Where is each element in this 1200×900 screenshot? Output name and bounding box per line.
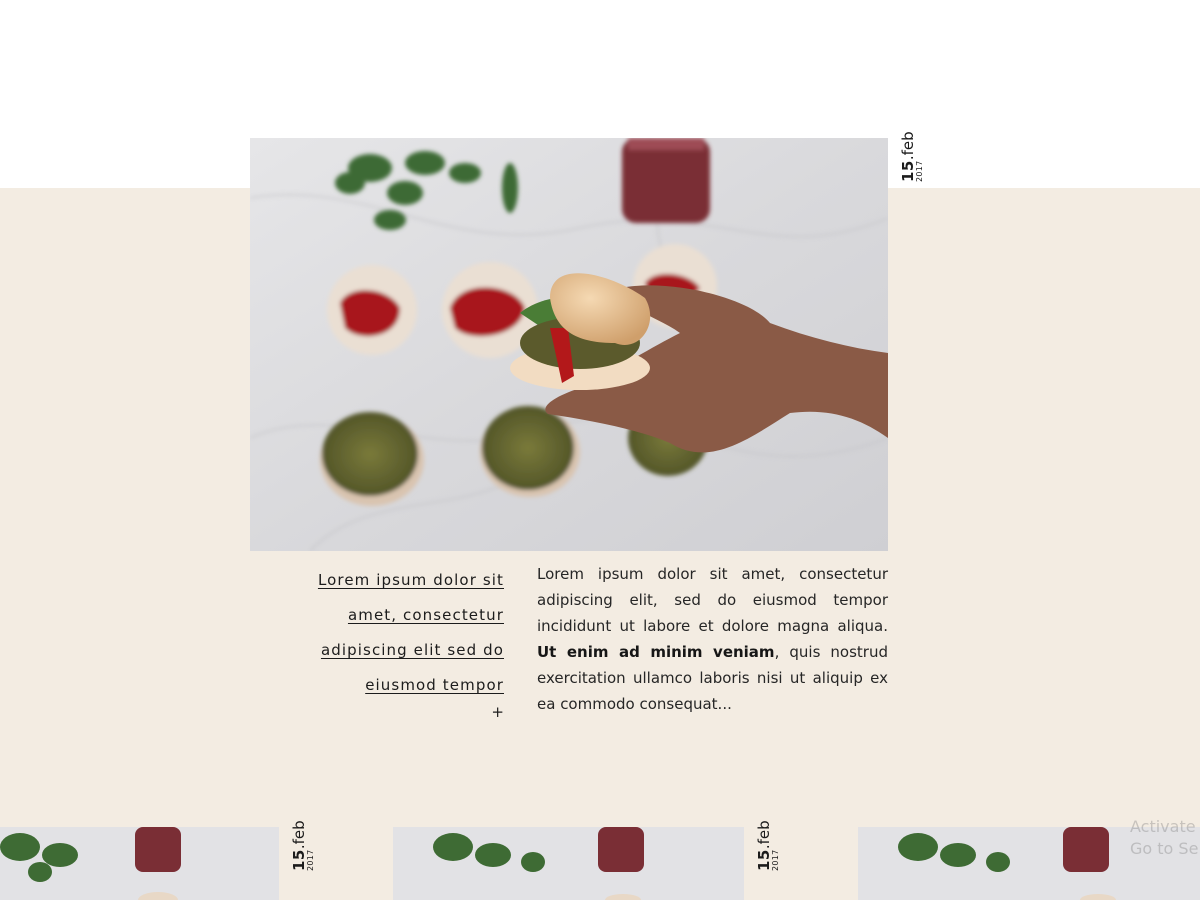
featured-post-date: 15.feb 2017 xyxy=(898,131,924,182)
post-excerpt: Lorem ipsum dolor sit amet, consectetur … xyxy=(537,561,888,717)
post-date: 15.feb 2017 xyxy=(754,820,780,871)
excerpt-bold: Ut enim ad minim veniam xyxy=(537,643,775,661)
post-thumbnail[interactable] xyxy=(393,827,744,900)
date-month: .feb xyxy=(290,820,308,850)
featured-post-image[interactable] xyxy=(250,138,888,551)
post-thumbnail[interactable] xyxy=(0,827,279,900)
watermark-line-2: Go to Se xyxy=(1130,839,1199,858)
excerpt-text: Lorem ipsum dolor sit amet, consectetur … xyxy=(537,565,888,635)
watermark-line-1: Activate xyxy=(1130,817,1196,836)
burger-photo xyxy=(250,138,888,551)
post-title-link[interactable]: Lorem ipsum dolor sit amet, consectetur … xyxy=(290,563,504,703)
post-date: 15.feb 2017 xyxy=(289,820,315,871)
date-month: .feb xyxy=(755,820,773,850)
windows-activation-watermark: Activate Go to Se xyxy=(1130,816,1200,860)
date-month: .feb xyxy=(899,131,917,161)
burger-photo-thumb xyxy=(0,827,279,900)
read-more-button[interactable]: + xyxy=(488,703,504,723)
burger-photo-thumb xyxy=(393,827,744,900)
